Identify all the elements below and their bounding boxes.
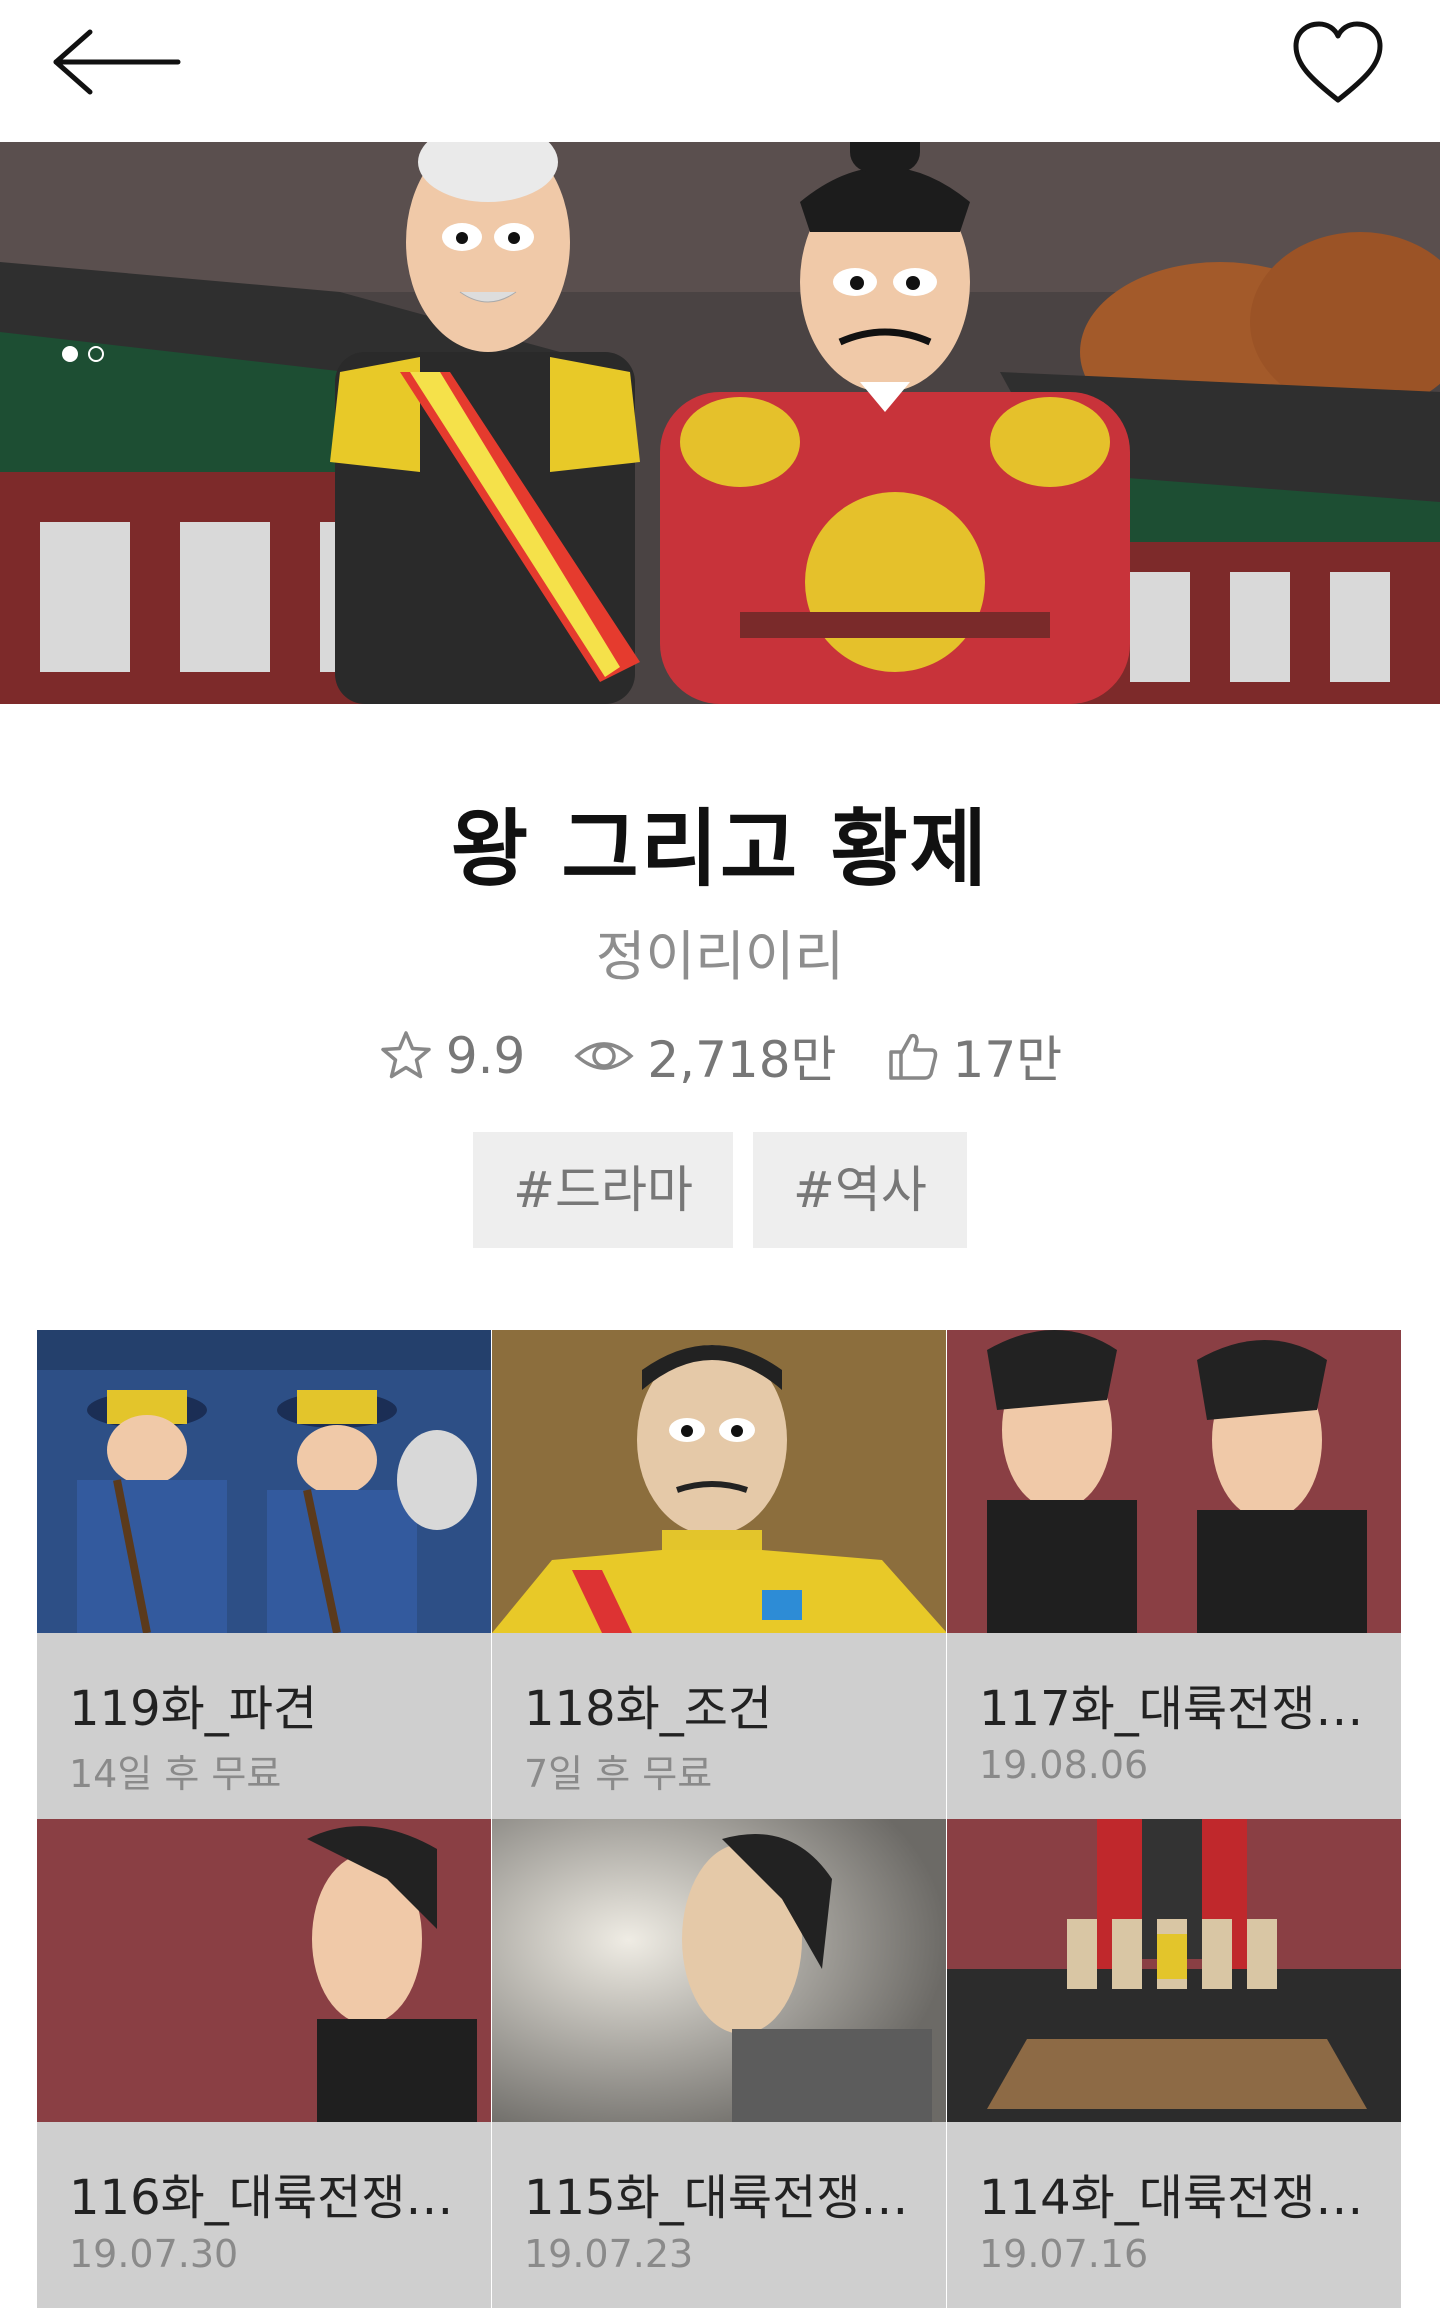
eye-icon — [574, 1042, 635, 1070]
episode-title: 117화_대륙전쟁(… — [979, 1681, 1379, 1737]
episode-meta: 119화_파견 14일 후 무료 — [37, 1633, 491, 1819]
episode-free-notice: 14일 후 무료 — [69, 1752, 282, 1796]
episode-thumbnail — [492, 1819, 946, 2122]
episode-thumbnail — [37, 1330, 491, 1633]
episode-free-notice: 7일 후 무료 — [524, 1752, 713, 1796]
episode-thumbnail — [947, 1330, 1401, 1633]
episode-title: 119화_파견 — [69, 1681, 318, 1737]
episode-thumbnail — [37, 1819, 491, 2122]
episode-thumbnail — [492, 1330, 946, 1633]
hero-dot-active[interactable] — [62, 346, 78, 362]
views-stat: 2,718만 — [573, 1020, 837, 1092]
tag-history[interactable]: #역사 — [753, 1132, 967, 1248]
episode-meta: 114화_대륙전쟁(… 19.07.16 — [947, 2122, 1401, 2308]
rating-value: 9.9 — [445, 1027, 526, 1085]
favorite-button[interactable] — [1290, 18, 1390, 108]
hero-banner[interactable] — [0, 142, 1440, 704]
episode-meta: 115화_대륙전쟁(… 19.07.23 — [492, 2122, 946, 2308]
back-button[interactable] — [44, 18, 194, 108]
episode-thumbnail — [947, 1819, 1401, 2122]
series-author[interactable]: 정이리이리 — [0, 912, 1440, 991]
series-title: 왕 그리고 황제 — [450, 800, 990, 898]
episode-date: 19.07.23 — [524, 2232, 694, 2276]
hero-illustration — [0, 142, 1440, 704]
heart-outline-icon — [1293, 21, 1383, 103]
episode-meta: 116화_대륙전쟁(… 19.07.30 — [37, 2122, 491, 2308]
likes-value: 17만 — [952, 1031, 1063, 1089]
episode-meta: 117화_대륙전쟁(… 19.08.06 — [947, 1633, 1401, 1819]
likes-stat: 17만 — [885, 1020, 1063, 1092]
episode-card[interactable]: 114화_대륙전쟁(… 19.07.16 — [947, 1819, 1402, 2308]
rating-stat: 9.9 — [378, 1027, 526, 1085]
thumbs-up-icon — [888, 1033, 937, 1080]
episode-card[interactable]: 119화_파견 14일 후 무료 — [37, 1330, 492, 1819]
episode-card[interactable]: 116화_대륙전쟁(… 19.07.30 — [37, 1819, 492, 2308]
hero-pagination — [62, 346, 104, 362]
top-bar — [0, 0, 1440, 142]
series-stats: 9.9 2,718만 17만 — [0, 1020, 1440, 1092]
episode-date: 19.07.30 — [69, 2232, 239, 2276]
episode-card[interactable]: 117화_대륙전쟁(… 19.08.06 — [947, 1330, 1402, 1819]
genre-tags: #드라마 #역사 — [0, 1132, 1440, 1248]
episode-date: 19.07.16 — [979, 2232, 1149, 2276]
episode-title: 115화_대륙전쟁(… — [524, 2170, 924, 2226]
tag-drama[interactable]: #드라마 — [473, 1132, 733, 1248]
episode-meta: 118화_조건 7일 후 무료 — [492, 1633, 946, 1819]
episode-grid: 119화_파견 14일 후 무료 118화_조건 7일 후 무료 117화_대륙… — [37, 1330, 1403, 2308]
episode-title: 114화_대륙전쟁(… — [979, 2170, 1379, 2226]
episode-title: 118화_조건 — [524, 1681, 773, 1737]
episode-date: 19.08.06 — [979, 1743, 1149, 1787]
hero-dot[interactable] — [88, 346, 104, 362]
star-outline-icon — [381, 1031, 431, 1079]
episode-card[interactable]: 115화_대륙전쟁(… 19.07.23 — [492, 1819, 947, 2308]
episode-card[interactable]: 118화_조건 7일 후 무료 — [492, 1330, 947, 1819]
arrow-left-icon — [53, 29, 181, 95]
views-value: 2,718만 — [647, 1031, 837, 1089]
episode-title: 116화_대륙전쟁(… — [69, 2170, 469, 2226]
